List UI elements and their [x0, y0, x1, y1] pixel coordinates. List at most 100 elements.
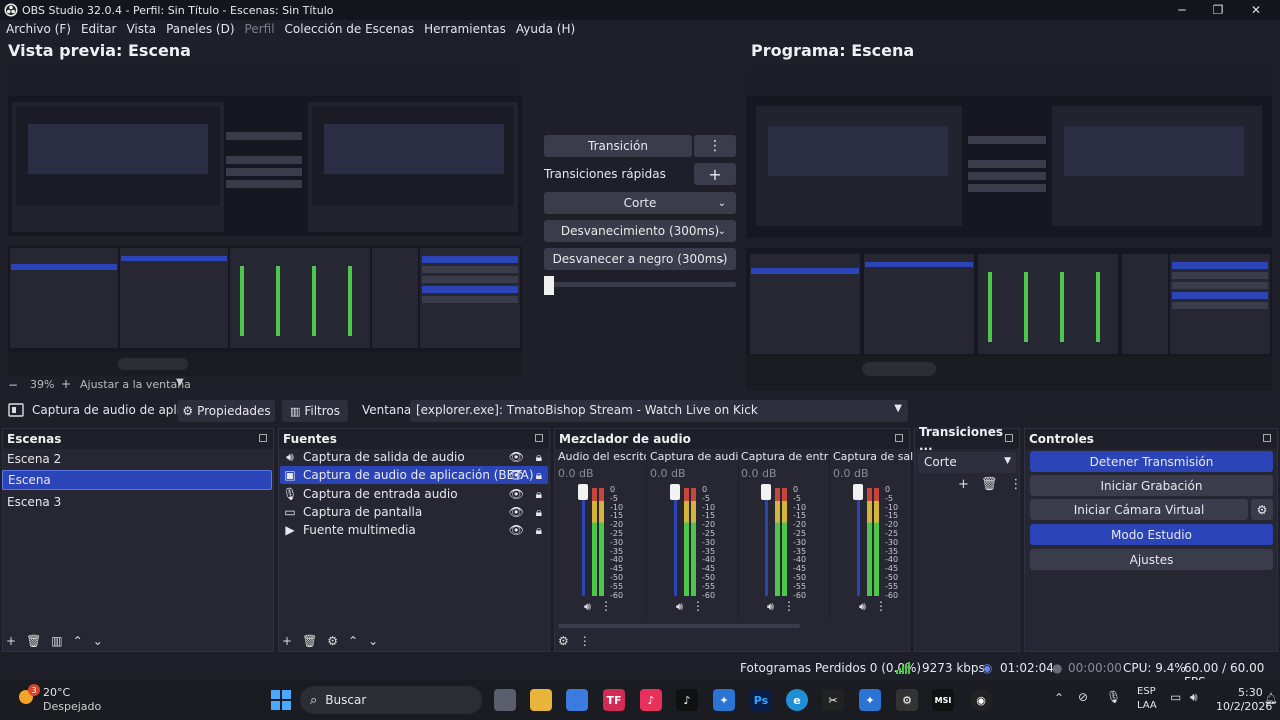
scene-item[interactable]: Escena 2 — [2, 449, 272, 469]
mixer-menu-icon[interactable]: ⋮ — [579, 634, 591, 648]
transition-button[interactable]: Transición — [544, 135, 692, 157]
lock-icon[interactable]: 🔒︎ — [536, 468, 542, 483]
fit-dropdown-icon[interactable]: ▼ — [176, 377, 184, 388]
zoom-in-button[interactable]: + — [61, 377, 71, 391]
settings-app-icon[interactable]: ⚙ — [896, 689, 918, 711]
source-item[interactable]: 🎙︎ Captura de entrada audio 👁︎ 🔒︎ — [280, 485, 548, 503]
transition-menu-button[interactable]: ⋮ — [694, 135, 736, 157]
close-button[interactable]: ✕ — [1238, 0, 1274, 20]
edge-icon[interactable]: e — [786, 689, 808, 711]
mixer-settings-icon[interactable]: ⚙ — [558, 634, 569, 648]
menu-coleccion-escenas[interactable]: Colección de Escenas — [285, 22, 415, 36]
app-music-icon[interactable]: ♪ — [640, 689, 662, 711]
tray-display-icon[interactable]: ▭ — [1170, 690, 1181, 704]
add-transition-icon[interactable]: + — [958, 477, 969, 492]
volume-fader-handle[interactable] — [853, 484, 863, 500]
channel-menu-icon[interactable]: ⋮ — [692, 599, 704, 613]
transition-menu-icon[interactable]: ⋮ — [1009, 477, 1022, 492]
file-explorer-icon[interactable] — [530, 689, 552, 711]
volume-fader-track[interactable] — [582, 488, 585, 596]
app-tf-icon[interactable]: TF — [603, 689, 625, 711]
quick-transition-fade[interactable]: Desvanecimiento (300ms) ⌄ — [544, 220, 736, 242]
taskbar-search[interactable]: ⌕ Buscar — [300, 686, 482, 714]
eye-icon[interactable]: 👁︎ — [509, 468, 524, 482]
source-properties-icon[interactable]: ⚙ — [327, 634, 338, 648]
channel-menu-icon[interactable]: ⋮ — [875, 599, 887, 613]
transition-select[interactable]: Corte ▼ — [918, 452, 1016, 473]
menu-editar[interactable]: Editar — [81, 22, 117, 36]
menu-perfil[interactable]: Perfil — [245, 22, 275, 36]
store-icon[interactable] — [566, 689, 588, 711]
eye-icon[interactable]: 👁︎ — [509, 487, 524, 501]
obs-taskbar-icon[interactable]: ◉ — [970, 689, 992, 711]
move-up-icon[interactable]: ⌃ — [348, 634, 358, 648]
undock-icon[interactable] — [895, 434, 903, 442]
source-item[interactable]: ▶ Fuente multimedia 👁︎ 🔒︎ — [280, 521, 548, 539]
move-down-icon[interactable]: ⌄ — [368, 634, 378, 648]
add-source-icon[interactable]: + — [282, 634, 292, 648]
virtual-camera-settings-button[interactable]: ⚙ — [1251, 499, 1273, 520]
windows-start-icon[interactable] — [270, 689, 292, 711]
tray-chevron-icon[interactable]: ⌃ — [1054, 691, 1064, 705]
volume-fader-handle[interactable] — [670, 484, 680, 500]
task-view-icon[interactable] — [494, 689, 516, 711]
tray-language-top[interactable]: ESP — [1137, 686, 1156, 697]
add-quick-transition-button[interactable]: + — [694, 163, 736, 185]
menu-archivo[interactable]: Archivo (F) — [6, 22, 71, 36]
volume-fader-handle[interactable] — [761, 484, 771, 500]
channel-menu-icon[interactable]: ⋮ — [600, 599, 612, 613]
app-blue-icon[interactable]: ✦ — [713, 689, 735, 711]
menu-vista[interactable]: Vista — [126, 22, 156, 36]
lock-icon[interactable]: 🔒︎ — [536, 523, 542, 538]
eye-icon[interactable]: 👁︎ — [509, 450, 524, 464]
maximize-button[interactable]: ❐ — [1200, 0, 1236, 20]
tray-microphone-icon[interactable]: 🎙︎ — [1106, 690, 1121, 704]
undock-icon[interactable] — [1263, 434, 1271, 442]
transition-slider-handle[interactable] — [544, 276, 554, 295]
filters-button[interactable]: ▥ Filtros — [282, 400, 348, 422]
remove-scene-icon[interactable]: 🗑 — [26, 634, 41, 648]
tiktok-icon[interactable]: ♪ — [676, 689, 698, 711]
quick-transition-corte[interactable]: Corte ⌄ — [544, 192, 736, 214]
mute-speaker-icon[interactable]: 🔊︎ — [676, 600, 683, 614]
menu-ayuda[interactable]: Ayuda (H) — [516, 22, 575, 36]
app-blue2-icon[interactable]: ✦ — [859, 689, 881, 711]
move-up-icon[interactable]: ⌃ — [73, 634, 83, 648]
studio-mode-button[interactable]: Modo Estudio — [1030, 524, 1273, 545]
move-down-icon[interactable]: ⌄ — [93, 634, 103, 648]
channel-menu-icon[interactable]: ⋮ — [783, 599, 795, 613]
volume-fader-track[interactable] — [765, 488, 768, 596]
eye-icon[interactable]: 👁︎ — [509, 505, 524, 519]
start-virtual-camera-button[interactable]: Iniciar Cámara Virtual — [1030, 499, 1248, 520]
source-item[interactable]: ▭ Captura de pantalla 👁︎ 🔒︎ — [280, 503, 548, 521]
remove-source-icon[interactable]: 🗑 — [302, 634, 317, 648]
remove-transition-icon[interactable]: 🗑 — [981, 477, 998, 492]
tray-volume-icon[interactable]: 🔊︎ — [1190, 690, 1198, 705]
app-msi-icon[interactable]: MSI — [932, 689, 954, 711]
undock-icon[interactable] — [1005, 434, 1013, 442]
minimize-button[interactable]: ─ — [1164, 0, 1200, 20]
lock-icon[interactable]: 🔒︎ — [536, 450, 542, 465]
quick-transition-fade-black[interactable]: Desvanecer a negro (300ms) ⌄ — [544, 248, 736, 270]
properties-button[interactable]: ⚙ Propiedades — [178, 400, 275, 422]
mute-speaker-icon[interactable]: 🔊︎ — [767, 600, 774, 614]
lock-icon[interactable]: 🔒︎ — [536, 505, 542, 520]
undock-icon[interactable] — [259, 434, 267, 442]
photoshop-icon[interactable]: Ps — [750, 689, 772, 711]
undock-icon[interactable] — [535, 434, 543, 442]
scene-filters-icon[interactable]: ▥ — [51, 634, 62, 648]
mute-speaker-icon[interactable]: 🔊︎ — [584, 600, 591, 614]
mixer-scrollbar[interactable] — [558, 624, 800, 628]
lock-icon[interactable]: 🔒︎ — [536, 487, 542, 502]
add-scene-icon[interactable]: + — [6, 634, 16, 648]
transition-slider-track[interactable] — [544, 282, 736, 287]
eye-icon[interactable]: 👁︎ — [509, 523, 524, 537]
tray-language-bottom[interactable]: LAA — [1137, 700, 1157, 711]
menu-herramientas[interactable]: Herramientas — [424, 22, 506, 36]
notifications-icon[interactable]: 🔔︎ — [1264, 692, 1278, 705]
mute-speaker-icon[interactable]: 🔊︎ — [859, 600, 866, 614]
preview-canvas[interactable] — [8, 66, 522, 376]
volume-fader-track[interactable] — [857, 488, 860, 596]
stop-streaming-button[interactable]: Detener Transmisión — [1030, 451, 1273, 472]
fit-window-button[interactable]: Ajustar a la ventana — [80, 378, 191, 391]
